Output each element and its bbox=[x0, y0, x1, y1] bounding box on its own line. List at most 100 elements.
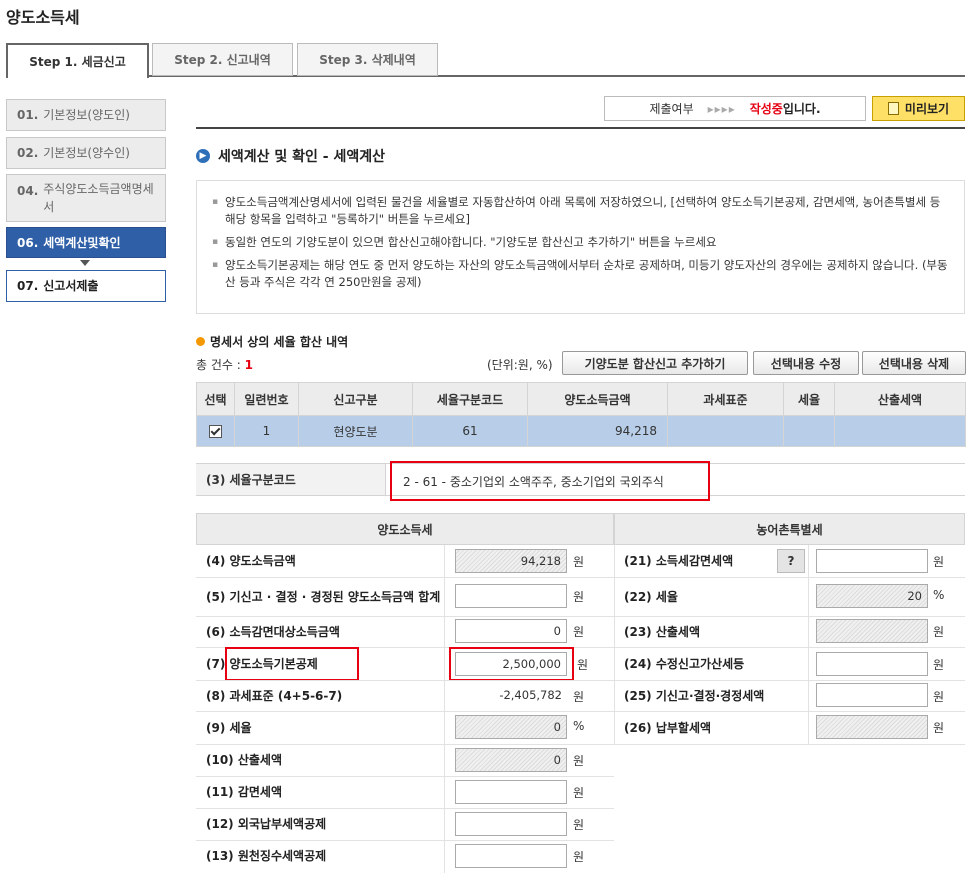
row-checkbox[interactable] bbox=[209, 425, 222, 438]
unit-won: 원 bbox=[573, 590, 585, 604]
field-label-amended-penalty: (24) 수정신고가산세등 bbox=[624, 656, 745, 671]
tax-code-label: (3) 세율구분코드 bbox=[196, 464, 386, 495]
field-label-withholding-credit: (13) 원천징수세액공제 bbox=[206, 849, 327, 863]
step-tax-calc[interactable]: 06. 세액계산및확인 bbox=[6, 227, 166, 258]
row-code: 61 bbox=[412, 415, 528, 447]
step-number: 07. bbox=[17, 279, 39, 293]
rural-special-tax-header: 농어촌특별세 bbox=[614, 513, 965, 545]
table-header-row: 선택 일련번호 신고구분 세율구분코드 양도소득금액 과세표준 세율 산출세액 bbox=[196, 382, 966, 416]
transfer-income-input: 94,218 bbox=[455, 549, 567, 573]
field-label-prior-income-total: (5) 기신고 · 결정 · 경정된 양도소득금액 합계 bbox=[206, 589, 441, 604]
field-label-prior-tax: (25) 기신고·결정·경정세액 bbox=[624, 688, 765, 703]
total-count: 총 건수 : 1 bbox=[196, 356, 253, 373]
unit-won: 원 bbox=[933, 658, 945, 672]
row-rate bbox=[783, 415, 835, 447]
field-label-reduction-income: (6) 소득감면대상소득금액 bbox=[206, 624, 340, 639]
col-tax-base: 과세표준 bbox=[667, 382, 784, 416]
section-title-text: 세액계산 및 확인 - 세액계산 bbox=[218, 149, 385, 165]
help-button[interactable]: ? bbox=[777, 549, 805, 573]
unit-won: 원 bbox=[573, 818, 585, 832]
field-label-transfer-income: (4) 양도소득금액 bbox=[206, 553, 296, 568]
add-prior-transfer-button[interactable]: 기양도분 합산신고 추가하기 bbox=[562, 351, 748, 375]
row-checkbox-cell bbox=[196, 415, 235, 447]
field-label-tax-base: (8) 과세표준 (4+5-6-7) bbox=[206, 688, 343, 703]
income-tax-reduction-input[interactable] bbox=[816, 549, 928, 573]
count-label: 총 건수 : bbox=[196, 358, 245, 372]
status-arrows-icon: ▸▸▸▸ bbox=[707, 101, 736, 116]
step-stock-statement[interactable]: 04. 주식양도소득금액명세서 bbox=[6, 174, 166, 222]
col-rate: 세율 bbox=[783, 382, 835, 416]
step-label: 세액계산및확인 bbox=[43, 235, 121, 250]
payable-tax-input bbox=[816, 715, 928, 739]
field-label-special-calculated-tax: (23) 산출세액 bbox=[624, 624, 701, 639]
unit-won: 원 bbox=[933, 625, 945, 639]
summary-table: 선택 일련번호 신고구분 세율구분코드 양도소득금액 과세표준 세율 산출세액 … bbox=[196, 382, 966, 447]
foreign-tax-credit-input[interactable] bbox=[455, 812, 567, 836]
notice-item: 양도소득기본공제는 해당 연도 중 먼저 양도하는 자산의 양도소득금액에서부터… bbox=[209, 257, 952, 291]
table-row[interactable]: 1 현양도분 61 94,218 bbox=[196, 415, 966, 447]
col-select: 선택 bbox=[196, 382, 235, 416]
circle-arrow-icon: ▶ bbox=[196, 149, 210, 163]
special-tax-rate-input: 20 bbox=[816, 584, 928, 608]
unit-percent: % bbox=[933, 588, 945, 602]
unit-won: 원 bbox=[933, 690, 945, 704]
unit-won: 원 bbox=[573, 625, 585, 639]
special-calculated-tax-input bbox=[816, 619, 928, 643]
reduction-income-input[interactable]: 0 bbox=[455, 619, 567, 643]
count-value: 1 bbox=[244, 358, 253, 372]
field-label-foreign-tax-credit: (12) 외국납부세액공제 bbox=[206, 817, 327, 831]
tab-step3[interactable]: Step 3. 삭제내역 bbox=[297, 43, 438, 76]
tax-base-value: -2,405,782 bbox=[499, 688, 562, 702]
step-label: 기본정보(양수인) bbox=[43, 146, 130, 160]
field-label-reduction-tax: (11) 감면세액 bbox=[206, 785, 283, 799]
prior-income-total-input[interactable] bbox=[455, 584, 567, 608]
tax-code-value: 2 - 61 - 중소기업외 소액주주, 중소기업외 국외주식 bbox=[390, 461, 710, 501]
tax-rate-input: 0 bbox=[455, 715, 567, 739]
unit-won: 원 bbox=[573, 754, 585, 768]
row-divider bbox=[614, 744, 965, 745]
preview-button-label: 미리보기 bbox=[904, 102, 950, 116]
calculated-tax-input: 0 bbox=[455, 748, 567, 772]
step-number: 01. bbox=[17, 108, 39, 122]
prior-tax-input[interactable] bbox=[816, 683, 928, 707]
unit-won: 원 bbox=[573, 850, 585, 864]
col-amount: 양도소득금액 bbox=[527, 382, 668, 416]
summary-title-text: 명세서 상의 세율 합산 내역 bbox=[210, 335, 349, 349]
column-divider bbox=[808, 545, 809, 744]
step-number: 04. bbox=[17, 184, 39, 198]
unit-won: 원 bbox=[573, 555, 585, 569]
unit-percent: % bbox=[573, 719, 585, 733]
tabs-underline bbox=[6, 75, 965, 77]
status-value: 작성중 bbox=[749, 102, 783, 116]
basic-deduction-input[interactable]: 2,500,000 bbox=[455, 652, 567, 676]
status-label: 제출여부 bbox=[649, 102, 694, 116]
row-amount: 94,218 bbox=[527, 415, 668, 447]
field-label-special-tax-rate: (22) 세율 bbox=[624, 589, 678, 604]
edit-selected-button[interactable]: 선택내용 수정 bbox=[753, 351, 859, 375]
tab-step2[interactable]: Step 2. 신고내역 bbox=[152, 43, 293, 76]
row-type: 현양도분 bbox=[298, 415, 413, 447]
submission-status: 제출여부 ▸▸▸▸ 작성중 입니다. bbox=[604, 96, 866, 121]
delete-selected-button[interactable]: 선택내용 삭제 bbox=[862, 351, 966, 375]
step-basic-transferor[interactable]: 01. 기본정보(양도인) bbox=[6, 99, 166, 131]
field-label-basic-deduction: (7) 양도소득기본공제 bbox=[206, 656, 318, 671]
tab-step1[interactable]: Step 1. 세금신고 bbox=[6, 43, 149, 78]
unit-won: 원 bbox=[573, 690, 585, 704]
step-number: 06. bbox=[17, 235, 39, 250]
row-base bbox=[667, 415, 784, 447]
section-title: ▶ 세액계산 및 확인 - 세액계산 bbox=[196, 146, 385, 166]
step-down-arrow-icon bbox=[80, 260, 90, 266]
step-submit[interactable]: 07. 신고서제출 bbox=[6, 270, 166, 302]
preview-button[interactable]: 미리보기 bbox=[872, 96, 965, 121]
status-tail: 입니다. bbox=[782, 102, 821, 116]
col-calculated-tax: 산출세액 bbox=[834, 382, 966, 416]
unit-won: 원 bbox=[933, 555, 945, 569]
document-icon bbox=[887, 102, 899, 115]
reduction-tax-input[interactable] bbox=[455, 780, 567, 804]
amended-penalty-input[interactable] bbox=[816, 652, 928, 676]
page-title: 양도소득세 bbox=[6, 8, 80, 27]
notice-item: 양도소득금액계산명세서에 입력된 물건을 세율별로 자동합산하여 아래 목록에 … bbox=[209, 194, 952, 228]
step-number: 02. bbox=[17, 146, 39, 160]
step-basic-transferee[interactable]: 02. 기본정보(양수인) bbox=[6, 137, 166, 169]
withholding-credit-input[interactable] bbox=[455, 844, 567, 868]
